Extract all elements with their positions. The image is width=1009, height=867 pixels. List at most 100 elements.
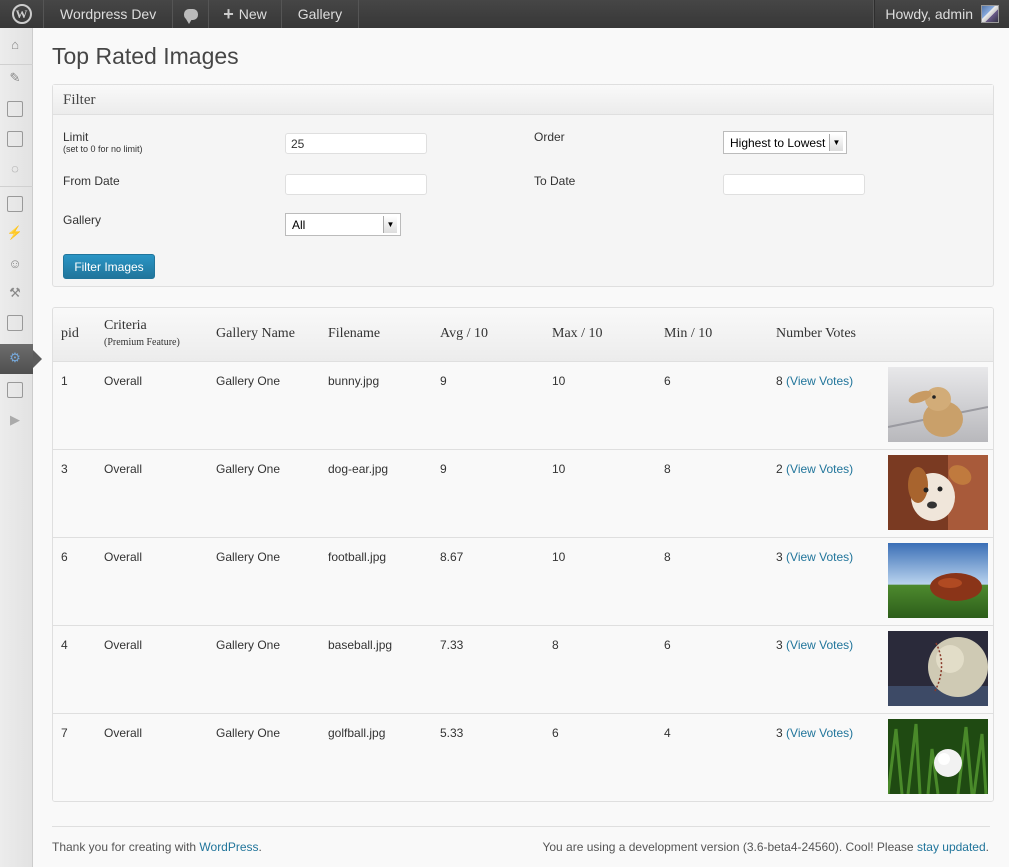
cell-avg: 8.67	[440, 550, 464, 564]
view-votes-link[interactable]: (View Votes)	[786, 638, 853, 652]
admin-bar: W Wordpress Dev + New Gallery Howdy, admi…	[0, 0, 1009, 28]
pages-icon[interactable]	[7, 131, 23, 147]
thumbnail-bunny[interactable]	[888, 367, 988, 442]
thumbnail-baseball[interactable]	[888, 631, 988, 706]
ratings-table: pid Criteria (Premium Feature) Gallery Na…	[52, 307, 994, 802]
cell-max: 10	[552, 374, 566, 388]
cell-min: 8	[664, 550, 671, 564]
limit-input[interactable]	[285, 133, 427, 154]
view-votes-link[interactable]: (View Votes)	[786, 462, 853, 476]
view-votes-link[interactable]: (View Votes)	[786, 550, 853, 564]
cell-min: 4	[664, 726, 671, 740]
limit-hint: (set to 0 for no limit)	[63, 144, 143, 154]
view-votes-link[interactable]: (View Votes)	[786, 374, 853, 388]
order-select[interactable]: Highest to Lowest ▼	[723, 131, 847, 154]
filter-heading: Filter	[53, 85, 993, 115]
table-row: 3 Overall Gallery One dog-ear.jpg 9 10 8…	[53, 450, 993, 538]
cell-votes: 3 (View Votes)	[776, 550, 854, 564]
users-icon[interactable]: ☺	[7, 255, 23, 271]
thumbnail-dog[interactable]	[888, 455, 988, 530]
cell-max: 8	[552, 638, 559, 652]
comments-menu-icon[interactable]: ◌	[7, 160, 23, 176]
posts-pin-icon[interactable]: ✎	[7, 70, 23, 86]
cell-votes: 3 (View Votes)	[776, 638, 854, 652]
chevron-down-icon: ▼	[829, 134, 843, 151]
new-content-menu[interactable]: + New	[209, 0, 282, 28]
cell-criteria: Overall	[104, 638, 143, 652]
view-votes-link[interactable]: (View Votes)	[786, 726, 853, 740]
tools-icon[interactable]: ⚒	[7, 285, 23, 301]
from-date-input[interactable]	[285, 174, 427, 195]
cell-pid: 1	[61, 374, 68, 388]
chevron-down-icon: ▼	[383, 216, 397, 233]
media-icon[interactable]	[7, 101, 23, 117]
filter-box: Filter Limit(set to 0 for no limit) Orde…	[52, 84, 994, 287]
cell-pid: 4	[61, 638, 68, 652]
cell-max: 6	[552, 726, 559, 740]
site-name-link[interactable]: Wordpress Dev	[44, 0, 174, 28]
cell-filename: football.jpg	[328, 550, 387, 564]
cell-gallery: Gallery One	[216, 462, 281, 476]
plus-icon: +	[223, 3, 234, 24]
cell-votes: 8 (View Votes)	[776, 374, 854, 388]
cell-pid: 7	[61, 726, 68, 740]
account-menu[interactable]: Howdy, admin	[874, 0, 1009, 28]
col-pid: pid	[61, 326, 79, 341]
howdy-text: Howdy, admin	[885, 6, 973, 22]
cell-filename: dog-ear.jpg	[328, 462, 389, 476]
cell-max: 10	[552, 462, 566, 476]
col-gallery: Gallery Name	[216, 326, 295, 341]
appearance-icon[interactable]	[7, 196, 23, 212]
cell-gallery: Gallery One	[216, 638, 281, 652]
table-row: 6 Overall Gallery One football.jpg 8.67 …	[53, 538, 993, 626]
footer-divider	[52, 826, 990, 827]
filter-images-button[interactable]: Filter Images	[63, 254, 155, 279]
gallery-plugin-icon[interactable]	[7, 382, 23, 398]
cell-avg: 7.33	[440, 638, 464, 652]
settings-icon[interactable]	[7, 315, 23, 331]
gallery-menu[interactable]: Gallery	[282, 0, 360, 28]
col-votes: Number Votes	[776, 326, 856, 341]
thumbnail-football[interactable]	[888, 543, 988, 618]
cell-avg: 9	[440, 374, 447, 388]
stay-updated-link[interactable]: stay updated	[917, 840, 986, 854]
dashboard-icon[interactable]: ⌂	[7, 36, 23, 52]
criteria-note: (Premium Feature)	[104, 337, 180, 348]
cell-votes: 3 (View Votes)	[776, 726, 854, 740]
to-date-input[interactable]	[723, 174, 865, 195]
gallery-select[interactable]: All ▼	[285, 213, 401, 236]
table-row: 4 Overall Gallery One baseball.jpg 7.33 …	[53, 626, 993, 714]
order-label: Order	[534, 130, 565, 144]
order-selected: Highest to Lowest	[730, 135, 826, 150]
col-min: Min / 10	[664, 326, 713, 341]
comments-icon[interactable]	[173, 0, 210, 28]
cell-filename: baseball.jpg	[328, 638, 393, 652]
cell-max: 10	[552, 550, 566, 564]
to-date-label: To Date	[534, 174, 576, 188]
gear-icon[interactable]: ⚙	[7, 350, 23, 366]
limit-label: Limit (set to 0 for no limit)	[63, 130, 143, 154]
cell-gallery: Gallery One	[216, 374, 281, 388]
from-date-label: From Date	[63, 174, 120, 188]
cell-min: 6	[664, 638, 671, 652]
plugins-icon[interactable]: ⚡	[7, 225, 23, 241]
cell-gallery: Gallery One	[216, 726, 281, 740]
wordpress-link[interactable]: WordPress	[199, 840, 258, 854]
footer-version: You are using a development version (3.6…	[542, 840, 989, 854]
new-label: New	[238, 6, 267, 22]
gallery-selected: All	[292, 217, 306, 232]
cell-min: 8	[664, 462, 671, 476]
col-filename: Filename	[328, 326, 381, 341]
cell-avg: 9	[440, 462, 447, 476]
cell-min: 6	[664, 374, 671, 388]
cell-pid: 3	[61, 462, 68, 476]
collapse-menu-icon[interactable]: ▶	[7, 412, 23, 428]
page-title: Top Rated Images	[52, 43, 239, 69]
col-avg: Avg / 10	[440, 326, 488, 341]
cell-gallery: Gallery One	[216, 550, 281, 564]
avatar	[981, 5, 999, 23]
wordpress-logo-icon[interactable]: W	[0, 0, 44, 28]
admin-sidebar: ⌂ ✎ ◌ ⚡ ☺ ⚒ ⚙ ▶	[0, 28, 42, 867]
table-header: pid Criteria (Premium Feature) Gallery Na…	[53, 308, 993, 362]
thumbnail-golfball[interactable]	[888, 719, 988, 794]
